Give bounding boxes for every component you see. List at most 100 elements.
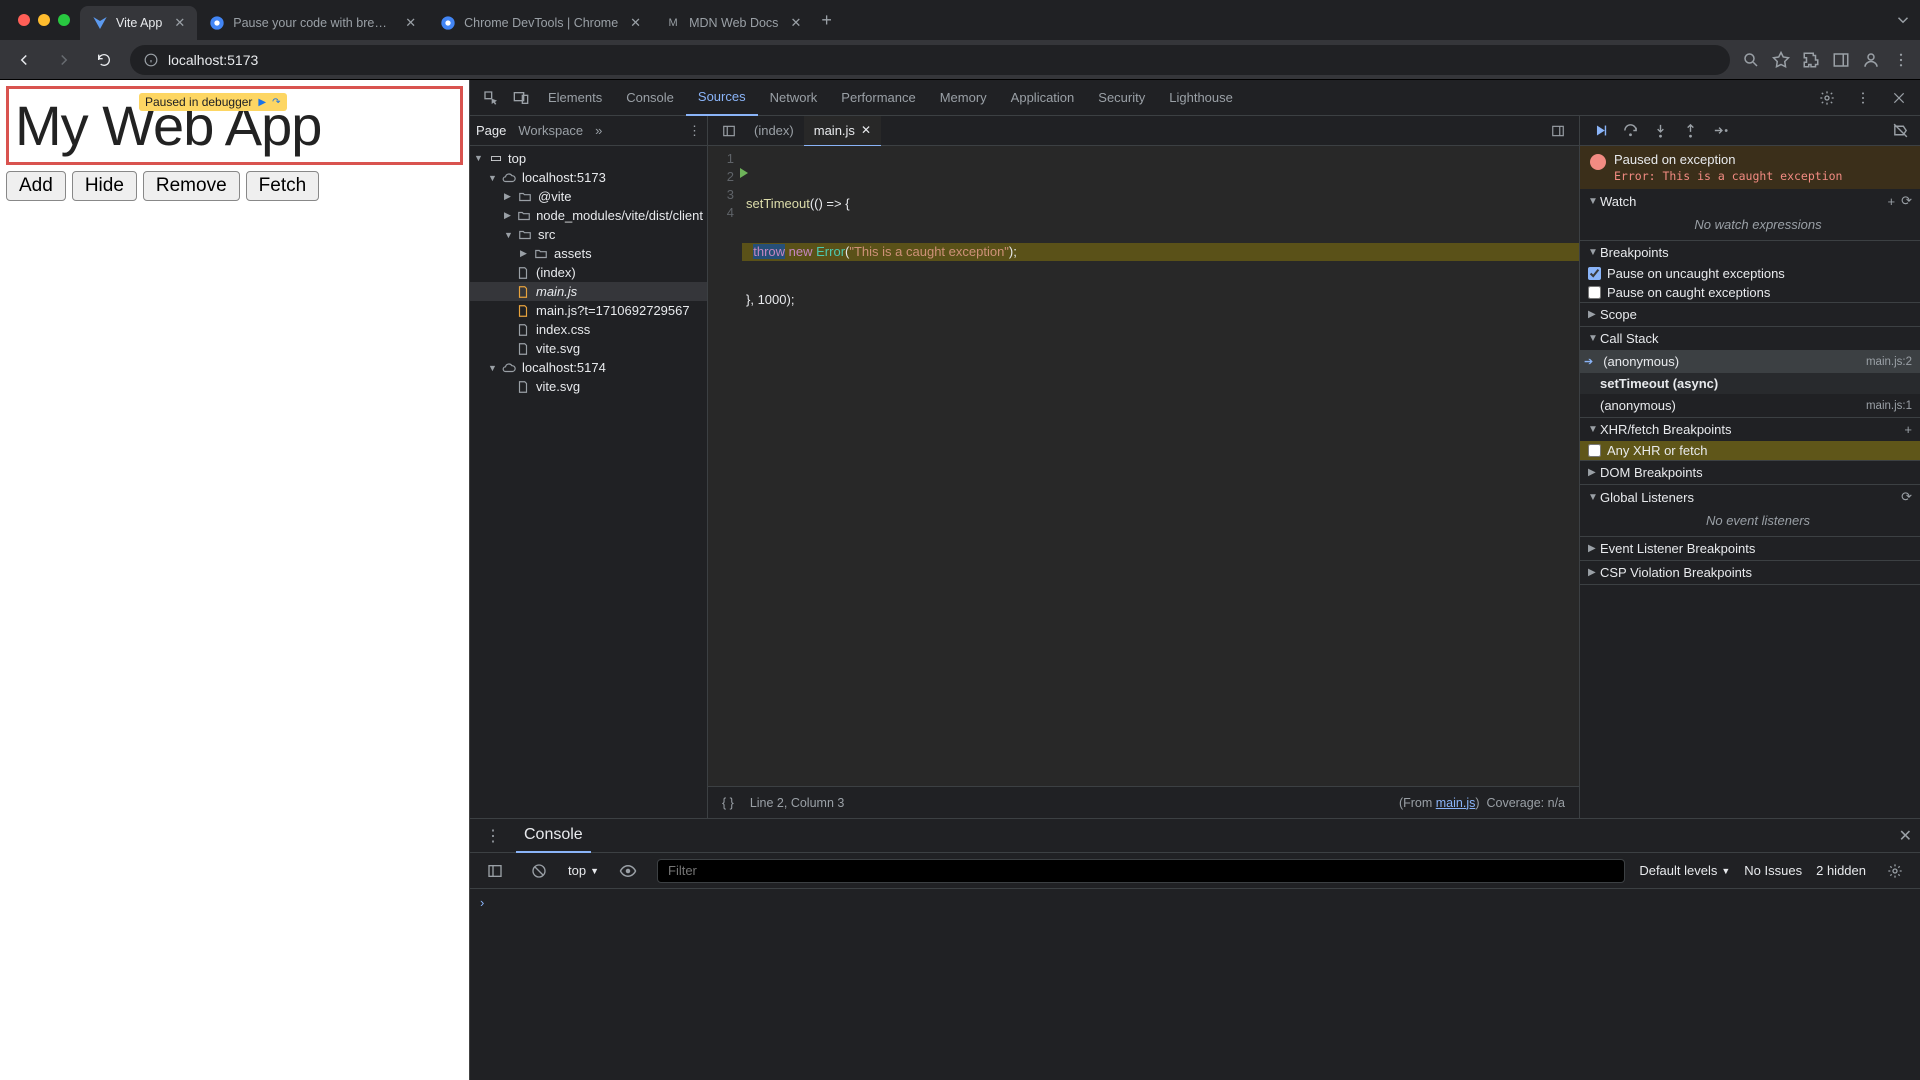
context-selector[interactable]: top ▼ — [568, 863, 599, 878]
tab-application[interactable]: Application — [999, 80, 1087, 116]
chevron-down-icon[interactable] — [1894, 11, 1912, 29]
close-tab-icon[interactable]: ✕ — [790, 15, 801, 31]
close-window-icon[interactable] — [18, 14, 30, 26]
browser-tab-active[interactable]: Vite App ✕ — [80, 6, 197, 40]
callstack-row[interactable]: (anonymous)main.js:2 — [1580, 350, 1920, 373]
section-scope[interactable]: ▶Scope — [1580, 303, 1920, 326]
section-xhr[interactable]: ▼XHR/fetch Breakpoints+ — [1580, 418, 1920, 441]
inspect-element-icon[interactable] — [476, 83, 506, 113]
console-output[interactable]: › — [470, 889, 1920, 1080]
tab-sources[interactable]: Sources — [686, 80, 758, 116]
back-button[interactable] — [10, 46, 38, 74]
tree-node-file[interactable]: main.js?t=1710692729567 — [470, 301, 707, 320]
file-tree[interactable]: ▼▭top ▼localhost:5173 ▶@vite ▶node_modul… — [470, 146, 707, 818]
tree-node-origin[interactable]: ▼localhost:5174 — [470, 358, 707, 377]
refresh-icon[interactable]: ⟳ — [1901, 489, 1912, 505]
hidden-count[interactable]: 2 hidden — [1816, 863, 1866, 878]
add-xhr-icon[interactable]: + — [1904, 422, 1912, 437]
stepinto-icon[interactable] — [1648, 119, 1672, 143]
section-global[interactable]: ▼Global Listeners⟳ — [1580, 485, 1920, 509]
hide-button[interactable]: Hide — [72, 171, 137, 201]
close-tab-icon[interactable]: ✕ — [174, 15, 185, 31]
add-watch-icon[interactable]: + — [1888, 194, 1896, 209]
live-expression-icon[interactable] — [613, 856, 643, 886]
tree-node-folder[interactable]: ▼src — [470, 225, 707, 244]
resume-icon[interactable] — [1588, 119, 1612, 143]
editor-tab[interactable]: main.js✕ — [804, 116, 881, 146]
close-tab-icon[interactable]: ✕ — [405, 15, 416, 31]
editor-tab[interactable]: (index) — [744, 116, 804, 146]
console-settings-icon[interactable] — [1880, 856, 1910, 886]
stepover-icon[interactable] — [1618, 119, 1642, 143]
toggle-debugger-icon[interactable] — [1543, 116, 1573, 146]
tree-node-top[interactable]: ▼▭top — [470, 148, 707, 168]
close-devtools-icon[interactable] — [1884, 83, 1914, 113]
callstack-row[interactable]: (anonymous)main.js:1 — [1580, 394, 1920, 417]
reload-button[interactable] — [90, 46, 118, 74]
tab-lighthouse[interactable]: Lighthouse — [1157, 80, 1245, 116]
section-csp[interactable]: ▶CSP Violation Breakpoints — [1580, 561, 1920, 584]
xhr-any-checkbox[interactable]: Any XHR or fetch — [1580, 441, 1920, 460]
close-tab-icon[interactable]: ✕ — [630, 15, 641, 31]
tree-node-folder[interactable]: ▶node_modules/vite/dist/client — [470, 206, 707, 225]
more-icon[interactable] — [1848, 83, 1878, 113]
search-icon[interactable] — [1742, 51, 1760, 69]
section-callstack[interactable]: ▼Call Stack — [1580, 327, 1920, 350]
log-levels-selector[interactable]: Default levels ▼ — [1639, 863, 1730, 878]
close-drawer-icon[interactable]: ✕ — [1899, 826, 1912, 846]
menu-icon[interactable] — [1892, 51, 1910, 69]
section-dom[interactable]: ▶DOM Breakpoints — [1580, 461, 1920, 484]
section-breakpoints[interactable]: ▼Breakpoints — [1580, 241, 1920, 264]
profile-icon[interactable] — [1862, 51, 1880, 69]
console-filter-input[interactable] — [657, 859, 1625, 883]
toggle-navigator-icon[interactable] — [714, 116, 744, 146]
remove-button[interactable]: Remove — [143, 171, 240, 201]
bookmark-icon[interactable] — [1772, 51, 1790, 69]
tab-elements[interactable]: Elements — [536, 80, 614, 116]
zoom-window-icon[interactable] — [58, 14, 70, 26]
tree-node-file[interactable]: (index) — [470, 263, 707, 282]
tree-node-folder[interactable]: ▶@vite — [470, 187, 707, 206]
settings-icon[interactable] — [1812, 83, 1842, 113]
tab-performance[interactable]: Performance — [829, 80, 927, 116]
fetch-button[interactable]: Fetch — [246, 171, 320, 201]
add-button[interactable]: Add — [6, 171, 66, 201]
navigator-more-icon[interactable]: ⋮ — [688, 123, 701, 139]
forward-button[interactable] — [50, 46, 78, 74]
deactivate-breakpoints-icon[interactable] — [1888, 119, 1912, 143]
tab-console[interactable]: Console — [614, 80, 686, 116]
issues-status[interactable]: No Issues — [1744, 863, 1802, 878]
new-tab-button[interactable]: + — [813, 10, 840, 31]
refresh-icon[interactable]: ⟳ — [1901, 193, 1912, 209]
tree-node-origin[interactable]: ▼localhost:5173 — [470, 168, 707, 187]
tab-network[interactable]: Network — [758, 80, 830, 116]
sidebar-toggle-icon[interactable] — [480, 856, 510, 886]
close-icon[interactable]: ✕ — [861, 123, 871, 137]
resume-icon[interactable]: ▶ — [258, 97, 266, 108]
tree-node-file[interactable]: index.css — [470, 320, 707, 339]
browser-tab[interactable]: Pause your code with breakp ✕ — [197, 6, 428, 40]
navigator-tab-workspace[interactable]: Workspace — [518, 123, 583, 138]
navigator-tab-page[interactable]: Page — [476, 123, 506, 138]
navigator-overflow-icon[interactable]: » — [595, 123, 602, 138]
drawer-more-icon[interactable]: ⋮ — [478, 821, 508, 851]
tree-node-file[interactable]: vite.svg — [470, 339, 707, 358]
device-toolbar-icon[interactable] — [506, 83, 536, 113]
tree-node-file[interactable]: vite.svg — [470, 377, 707, 396]
drawer-tab-console[interactable]: Console — [516, 819, 591, 853]
site-info-icon[interactable] — [144, 53, 158, 67]
minimize-window-icon[interactable] — [38, 14, 50, 26]
tree-node-file[interactable]: main.js — [470, 282, 707, 301]
tree-node-folder[interactable]: ▶assets — [470, 244, 707, 263]
section-watch[interactable]: ▼Watch+⟳ — [1580, 189, 1920, 213]
section-event-listener[interactable]: ▶Event Listener Breakpoints — [1580, 537, 1920, 560]
pause-caught-checkbox[interactable]: Pause on caught exceptions — [1580, 283, 1920, 302]
tab-security[interactable]: Security — [1086, 80, 1157, 116]
extensions-icon[interactable] — [1802, 51, 1820, 69]
source-link[interactable]: main.js — [1436, 796, 1476, 810]
clear-console-icon[interactable] — [524, 856, 554, 886]
browser-tab[interactable]: M MDN Web Docs ✕ — [653, 6, 813, 40]
tab-memory[interactable]: Memory — [928, 80, 999, 116]
pause-uncaught-checkbox[interactable]: Pause on uncaught exceptions — [1580, 264, 1920, 283]
address-bar[interactable]: localhost:5173 — [130, 45, 1730, 75]
